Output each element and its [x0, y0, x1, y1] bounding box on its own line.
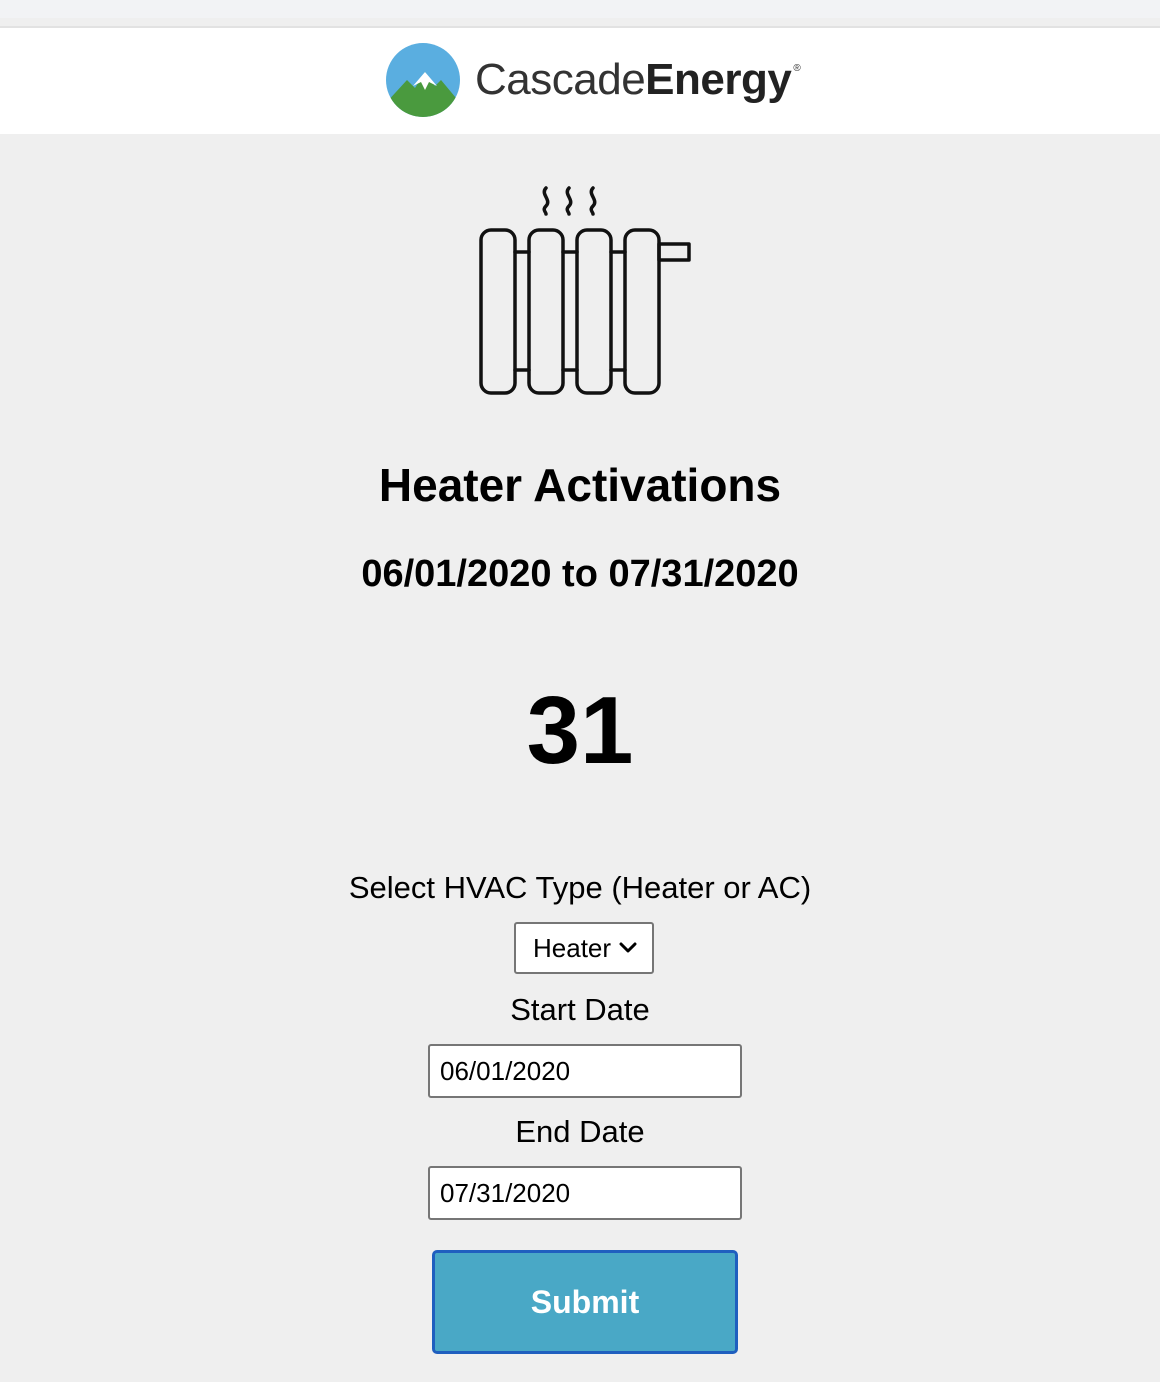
radiator-icon [479, 186, 691, 395]
date-range-text: 06/01/2020 to 07/31/2020 [361, 553, 799, 595]
registered-mark: ® [793, 63, 801, 74]
end-date-label: End Date [515, 1114, 645, 1149]
page-title: Heater Activations [378, 459, 782, 511]
hvac-type-select[interactable]: Heater [514, 922, 654, 974]
brand-name-light: Cascade [475, 55, 646, 104]
site-header: Cascade Energy ® [0, 28, 1160, 134]
submit-button[interactable]: Submit [432, 1250, 738, 1354]
mountain-logo-icon [386, 43, 460, 117]
start-date-input[interactable] [428, 1044, 742, 1098]
browser-top-strip [0, 0, 1160, 18]
end-date-input[interactable] [428, 1166, 742, 1220]
activation-count: 31 [526, 677, 634, 784]
brand-logo[interactable]: Cascade Energy ® [385, 42, 801, 118]
hvac-type-label: Select HVAC Type (Heater or AC) [348, 870, 812, 905]
hvac-type-selected-value: Heater [533, 932, 612, 963]
chevron-down-icon [619, 942, 637, 953]
brand-name-bold: Energy [645, 55, 792, 104]
start-date-label: Start Date [510, 992, 650, 1027]
brand-wordmark: Cascade Energy ® [475, 55, 801, 104]
